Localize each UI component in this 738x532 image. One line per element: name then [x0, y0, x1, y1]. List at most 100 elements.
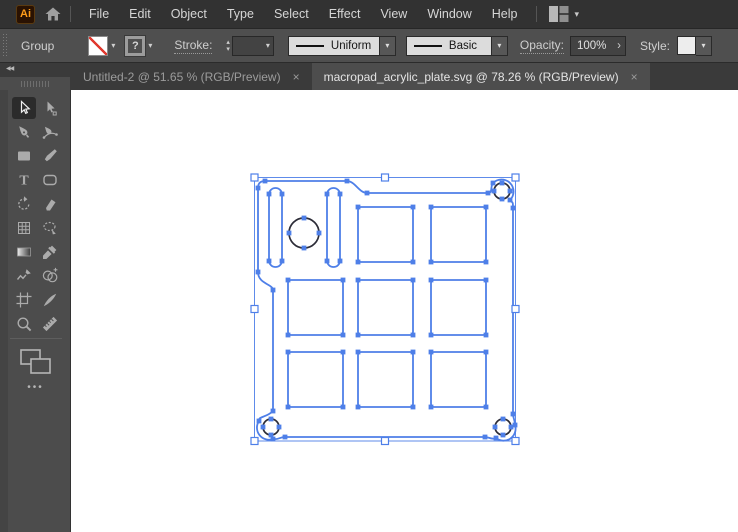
menu-window[interactable]: Window: [417, 0, 481, 28]
chevron-down-icon[interactable]: ▾: [492, 36, 508, 56]
anchor-point[interactable]: [429, 278, 434, 283]
bounding-box-handle[interactable]: [512, 306, 519, 313]
anchor-point[interactable]: [286, 405, 291, 410]
menu-effect[interactable]: Effect: [319, 0, 371, 28]
anchor-point[interactable]: [429, 260, 434, 265]
gradient-tool-icon[interactable]: [12, 241, 36, 263]
key-cutout[interactable]: [358, 207, 413, 262]
anchor-point[interactable]: [356, 278, 361, 283]
bounding-box-handle[interactable]: [251, 174, 258, 181]
anchor-point[interactable]: [338, 192, 343, 197]
document-tab[interactable]: macropad_acrylic_plate.svg @ 78.26 % (RG…: [312, 63, 650, 90]
menu-help[interactable]: Help: [482, 0, 528, 28]
anchor-point[interactable]: [411, 333, 416, 338]
collapse-panel-icon[interactable]: ◀◀: [6, 65, 13, 72]
rounded-rectangle-tool-icon[interactable]: [38, 169, 62, 191]
anchor-point[interactable]: [486, 191, 491, 196]
knife-tool-icon[interactable]: [38, 289, 62, 311]
anchor-point[interactable]: [271, 288, 276, 293]
anchor-point[interactable]: [508, 198, 513, 203]
anchor-point[interactable]: [325, 192, 330, 197]
stroke-color-swatch[interactable]: ?: [125, 36, 145, 56]
bounding-box-handle[interactable]: [251, 438, 258, 445]
anchor-point[interactable]: [271, 409, 276, 414]
anchor-point[interactable]: [338, 259, 343, 264]
anchor-point[interactable]: [494, 436, 499, 441]
anchor-point[interactable]: [429, 205, 434, 210]
brush-definition-select[interactable]: Basic: [406, 36, 492, 56]
menu-view[interactable]: View: [370, 0, 417, 28]
direct-selection-tool-icon[interactable]: [38, 97, 62, 119]
tab-close-icon[interactable]: ×: [293, 70, 300, 84]
anchor-point[interactable]: [287, 231, 292, 236]
anchor-point[interactable]: [484, 405, 489, 410]
anchor-point[interactable]: [491, 181, 496, 186]
anchor-point[interactable]: [256, 270, 261, 275]
document-tab[interactable]: Untitled-2 @ 51.65 % (RGB/Preview)×: [71, 63, 312, 90]
anchor-point[interactable]: [257, 419, 262, 424]
stroke-weight-stepper[interactable]: ▴▾: [226, 39, 230, 53]
anchor-point[interactable]: [492, 189, 497, 194]
menu-select[interactable]: Select: [264, 0, 319, 28]
stroke-weight-label[interactable]: Stroke:: [174, 38, 212, 54]
anchor-point[interactable]: [501, 417, 506, 422]
shaper-tool-icon[interactable]: [12, 265, 36, 287]
chevron-down-icon[interactable]: ▾: [111, 41, 115, 50]
anchor-point[interactable]: [484, 333, 489, 338]
anchor-point[interactable]: [277, 425, 282, 430]
anchor-point[interactable]: [345, 179, 350, 184]
anchor-point[interactable]: [429, 405, 434, 410]
anchor-point[interactable]: [356, 205, 361, 210]
anchor-point[interactable]: [267, 259, 272, 264]
chevron-down-icon[interactable]: ▾: [380, 36, 396, 56]
anchor-point[interactable]: [341, 350, 346, 355]
anchor-point[interactable]: [411, 205, 416, 210]
anchor-point[interactable]: [286, 278, 291, 283]
plate-outline-path[interactable]: [257, 179, 516, 440]
bounding-box-handle[interactable]: [382, 438, 389, 445]
anchor-point[interactable]: [261, 425, 266, 430]
document-canvas[interactable]: [72, 90, 738, 532]
anchor-point[interactable]: [302, 216, 307, 221]
anchor-point[interactable]: [493, 425, 498, 430]
pen-tool-icon[interactable]: [12, 121, 36, 143]
anchor-point[interactable]: [356, 260, 361, 265]
anchor-point[interactable]: [411, 278, 416, 283]
anchor-point[interactable]: [511, 412, 516, 417]
anchor-point[interactable]: [267, 192, 272, 197]
anchor-point[interactable]: [429, 333, 434, 338]
anchor-point[interactable]: [484, 278, 489, 283]
chevron-down-icon[interactable]: ▾: [696, 36, 712, 56]
anchor-point[interactable]: [283, 435, 288, 440]
variable-width-select[interactable]: Uniform: [288, 36, 380, 56]
anchor-point[interactable]: [325, 259, 330, 264]
bounding-box-handle[interactable]: [251, 306, 258, 313]
tab-close-icon[interactable]: ×: [631, 70, 638, 84]
anchor-point[interactable]: [341, 333, 346, 338]
anchor-point[interactable]: [429, 350, 434, 355]
edit-toolbar-button[interactable]: •••: [0, 382, 71, 393]
anchor-point[interactable]: [483, 435, 488, 440]
anchor-point[interactable]: [509, 425, 514, 430]
anchor-point[interactable]: [341, 278, 346, 283]
bounding-box-handle[interactable]: [512, 438, 519, 445]
anchor-point[interactable]: [501, 433, 506, 438]
anchor-point[interactable]: [500, 197, 505, 202]
anchor-point[interactable]: [263, 179, 268, 184]
bounding-box-handle[interactable]: [512, 174, 519, 181]
slot-cutout[interactable]: [327, 188, 340, 267]
lasso-tool-icon[interactable]: [38, 217, 62, 239]
key-cutout[interactable]: [431, 352, 486, 407]
key-cutout[interactable]: [431, 207, 486, 262]
encoder-hole[interactable]: [289, 218, 319, 248]
graphic-style-swatch[interactable]: [677, 36, 696, 55]
menu-file[interactable]: File: [79, 0, 119, 28]
anchor-point[interactable]: [286, 333, 291, 338]
key-cutout[interactable]: [358, 352, 413, 407]
anchor-point[interactable]: [365, 191, 370, 196]
anchor-point[interactable]: [341, 405, 346, 410]
selection-bounding-box[interactable]: [255, 178, 516, 442]
artboard-tool-icon[interactable]: [12, 289, 36, 311]
anchor-point[interactable]: [511, 206, 516, 211]
workspace-switcher-button[interactable]: ▾: [549, 6, 580, 22]
